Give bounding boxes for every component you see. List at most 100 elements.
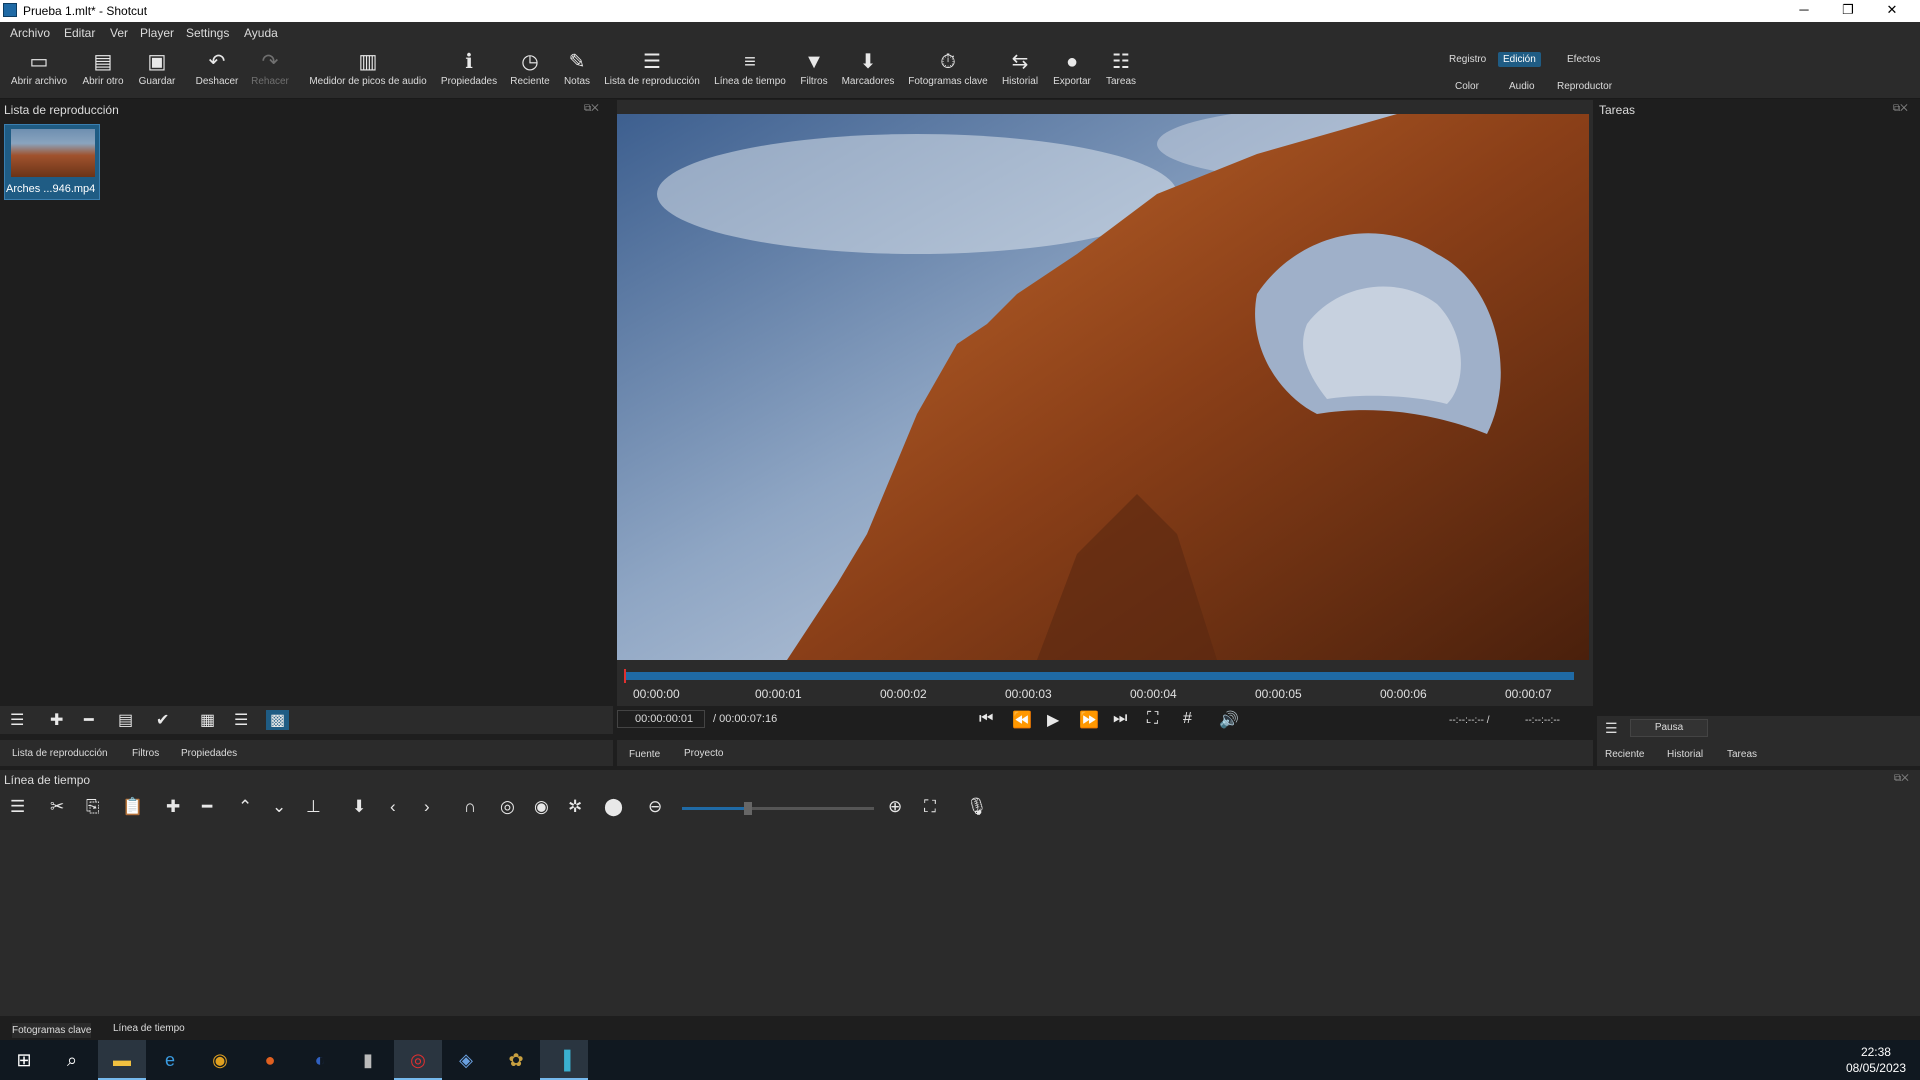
audio-peak-meter-button[interactable]: ▥ Medidor de picos de audio — [306, 48, 430, 96]
jobs-menu-icon[interactable]: ☰ — [1605, 720, 1618, 737]
snap-icon[interactable]: ∩ — [464, 797, 476, 817]
tab-history[interactable]: Historial — [1667, 749, 1703, 760]
copy-icon[interactable]: ⎘ — [86, 797, 100, 817]
timeline-button[interactable]: ≡ Línea de tiempo — [712, 48, 788, 96]
volume-icon[interactable]: 🔊 — [1219, 710, 1239, 730]
record-audio-icon[interactable]: 🎙 — [966, 797, 988, 817]
windows-start-icon[interactable]: ⊞ — [0, 1040, 48, 1080]
position-timecode[interactable]: 00:00:00:01 — [617, 710, 705, 728]
menu-editar[interactable]: Editar — [64, 26, 95, 40]
pause-button[interactable]: Pausa — [1630, 719, 1708, 737]
menu-archivo[interactable]: Archivo — [10, 26, 50, 40]
list-view-icon[interactable]: ☰ — [234, 710, 248, 730]
dock-float-close-icon[interactable]: ⧉✕ — [1894, 773, 1909, 784]
markers-button[interactable]: ⬇ Marcadores — [840, 48, 896, 96]
menu-ver[interactable]: Ver — [110, 26, 128, 40]
previous-marker-icon[interactable]: ‹ — [390, 797, 396, 817]
playlist-button[interactable]: ☰ Lista de reproducción — [604, 48, 700, 96]
zoom-fit-icon[interactable]: ⛶ — [924, 797, 936, 817]
lift-icon[interactable]: ⌃ — [238, 797, 252, 817]
menu-settings[interactable]: Settings — [186, 26, 229, 40]
scrubber-track[interactable] — [624, 672, 1574, 680]
dock-float-close-icon[interactable]: ⧉✕ — [584, 103, 599, 114]
add-icon[interactable]: ✚ — [50, 710, 63, 730]
play-icon[interactable]: ▶ — [1047, 710, 1059, 730]
layout-edicion[interactable]: Edición — [1498, 52, 1541, 67]
redo-button[interactable]: ↷ Rehacer — [248, 48, 292, 96]
history-button[interactable]: ⇆ Historial — [1000, 48, 1040, 96]
fast-forward-icon[interactable]: ⏩ — [1079, 710, 1099, 730]
skip-previous-icon[interactable]: ⏮ — [979, 710, 993, 728]
jobs-button[interactable]: ☷ Tareas — [1102, 48, 1140, 96]
tab-jobs[interactable]: Tareas — [1727, 749, 1757, 760]
menu-player[interactable]: Player — [140, 26, 174, 40]
tab-project[interactable]: Proyecto — [684, 748, 723, 759]
app-icon[interactable]: ◈ — [442, 1040, 490, 1080]
update-icon[interactable]: ▤ — [118, 710, 133, 730]
layout-audio[interactable]: Audio — [1504, 79, 1540, 94]
timeline-menu-icon[interactable]: ☰ — [10, 797, 25, 817]
grid-icon[interactable]: # — [1183, 710, 1192, 728]
tab-timeline[interactable]: Línea de tiempo — [113, 1023, 185, 1034]
remove-icon[interactable]: ━ — [84, 710, 94, 730]
keyframes-button[interactable]: ⏱ Fotogramas clave — [906, 48, 990, 96]
ripple-icon[interactable]: ◉ — [534, 797, 549, 817]
paste-icon[interactable]: 📋 — [122, 797, 143, 817]
minimize-button[interactable]: ─ — [1782, 0, 1826, 22]
playlist-menu-icon[interactable]: ☰ — [10, 710, 24, 730]
internet-explorer-icon[interactable]: e — [146, 1040, 194, 1080]
export-button[interactable]: ● Exportar — [1050, 48, 1094, 96]
clip-thumbnail[interactable]: Arches ...946.mp4 — [4, 124, 100, 200]
chrome-icon[interactable]: ◉ — [196, 1040, 244, 1080]
zoom-out-icon[interactable]: ⊖ — [648, 797, 662, 817]
check-icon[interactable]: ✔ — [156, 710, 169, 730]
split-icon[interactable]: ⊥ — [306, 797, 321, 817]
remove-icon[interactable]: ━ — [202, 797, 212, 817]
zoom-slider[interactable] — [682, 802, 874, 815]
file-explorer-icon[interactable]: ▬ — [98, 1040, 146, 1080]
search-icon[interactable]: ⌕ — [48, 1040, 96, 1080]
zoom-slider-handle[interactable] — [744, 802, 752, 815]
ripple-markers-icon[interactable]: ⬤ — [604, 797, 623, 817]
details-view-icon[interactable]: ▦ — [200, 710, 215, 730]
obs-icon[interactable]: ◎ — [394, 1040, 442, 1080]
tab-source[interactable]: Fuente — [629, 749, 660, 760]
append-icon[interactable]: ✚ — [166, 797, 180, 817]
layout-efectos[interactable]: Efectos — [1562, 52, 1605, 67]
tab-keyframes[interactable]: Fotogramas clave — [12, 1023, 92, 1038]
filters-button[interactable]: ▼ Filtros — [798, 48, 830, 96]
layout-reproductor[interactable]: Reproductor — [1552, 79, 1617, 94]
properties-button[interactable]: ℹ Propiedades — [440, 48, 498, 96]
rewind-icon[interactable]: ⏪ — [1012, 710, 1032, 730]
scrub-icon[interactable]: ◎ — [500, 797, 515, 817]
taskbar-clock[interactable]: 22:38 08/05/2023 — [1846, 1044, 1906, 1076]
dock-float-close-icon[interactable]: ⧉✕ — [1893, 103, 1908, 114]
zoom-fit-icon[interactable]: ⛶ — [1147, 710, 1158, 728]
tab-filters[interactable]: Filtros — [132, 748, 159, 759]
shotcut-taskbar-icon[interactable]: ▐ — [540, 1040, 588, 1080]
video-preview[interactable] — [617, 114, 1589, 660]
app-icon[interactable]: ✿ — [492, 1040, 540, 1080]
overwrite-icon[interactable]: ⌄ — [272, 797, 286, 817]
grid-view-icon[interactable]: ▩ — [266, 710, 290, 730]
menu-ayuda[interactable]: Ayuda — [244, 26, 278, 40]
player-scrubber[interactable]: 00:00:00 00:00:01 00:00:02 00:00:03 00:0… — [624, 669, 1574, 704]
next-marker-icon[interactable]: › — [424, 797, 430, 817]
usb-device-icon[interactable]: ▮ — [344, 1040, 392, 1080]
layout-color[interactable]: Color — [1450, 79, 1484, 94]
tab-recent[interactable]: Reciente — [1605, 749, 1644, 760]
firefox-icon[interactable]: ● — [246, 1040, 294, 1080]
tab-playlist[interactable]: Lista de reproducción — [12, 748, 108, 759]
marker-icon[interactable]: ⬇ — [352, 797, 366, 817]
maximize-button[interactable]: ❐ — [1826, 0, 1870, 22]
app-icon[interactable]: ◐ — [296, 1040, 344, 1080]
ripple-all-icon[interactable]: ✲ — [568, 797, 582, 817]
undo-button[interactable]: ↶ Deshacer — [192, 48, 242, 96]
close-button[interactable]: ✕ — [1870, 0, 1914, 22]
playhead-marker[interactable] — [624, 669, 626, 683]
timeline-tracks-area[interactable] — [0, 828, 1920, 1014]
skip-next-icon[interactable]: ⏭ — [1113, 710, 1127, 728]
recent-button[interactable]: ◷ Reciente — [508, 48, 552, 96]
layout-registro[interactable]: Registro — [1444, 52, 1491, 67]
tab-properties[interactable]: Propiedades — [181, 748, 237, 759]
